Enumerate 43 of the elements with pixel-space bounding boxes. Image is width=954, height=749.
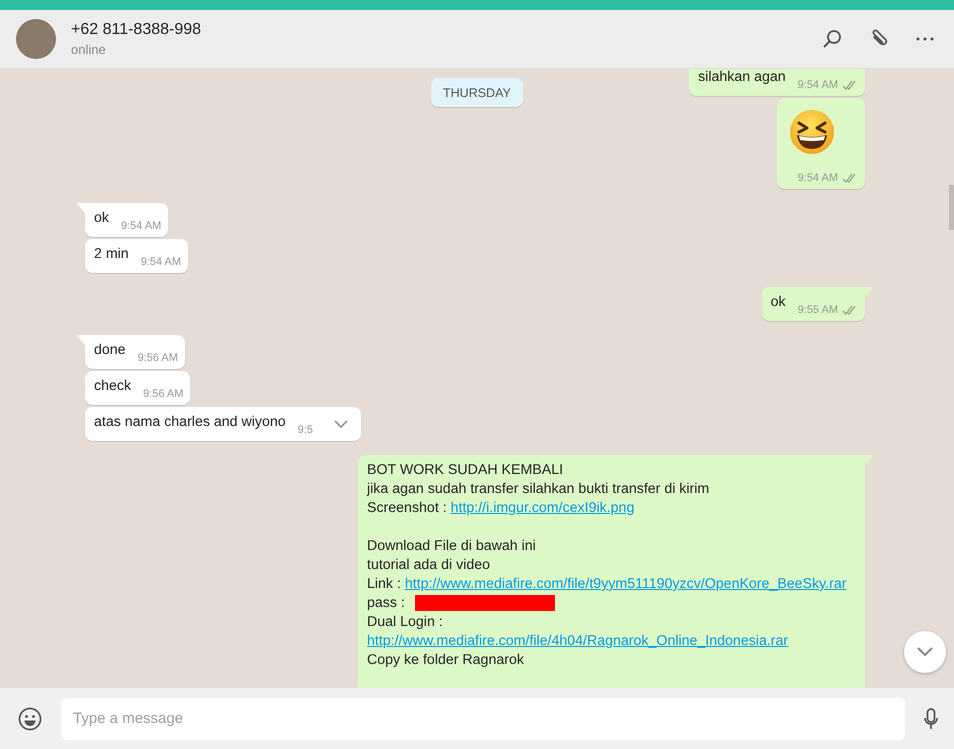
message-text: check	[94, 378, 132, 394]
message-input[interactable]: Type a message	[61, 698, 905, 740]
message-time: 9:54 AM	[798, 78, 838, 93]
message-text: 2 min	[94, 246, 129, 262]
message-link[interactable]: http://www.mediafire.com/file/4h04/Ragnarok_Online_Indonesia.rar	[367, 633, 788, 649]
message-time: 9:5	[298, 423, 313, 438]
message-time: 9:54 AM	[140, 255, 182, 270]
message-text: ok	[770, 294, 786, 310]
scrollbar-thumb[interactable]	[949, 185, 954, 230]
message-line: pass :	[367, 594, 858, 613]
message-link[interactable]: http://i.imgur.com/cexI9ik.png	[450, 500, 634, 516]
message-line: BOT WORK SUDAH KEMBALI	[367, 461, 564, 480]
microphone-icon[interactable]	[924, 708, 938, 730]
contact-name: +62 811-8388-998	[71, 21, 202, 39]
message-line: Download File di bawah ini	[367, 537, 537, 556]
message-text: silahkan agan	[698, 69, 786, 85]
double-tick-icon	[842, 305, 858, 316]
chevron-down-icon	[917, 647, 933, 657]
message-line: Copy ke folder Ragnarok	[367, 651, 525, 670]
message-time: 9:56 AM	[138, 351, 178, 366]
message-time: 9:54 AM	[798, 171, 838, 186]
message-time: 9:56 AM	[143, 387, 184, 402]
chevron-down-icon	[334, 420, 348, 428]
message-line: jika agan sudah transfer silahkan bukti transfer di kirim	[367, 480, 710, 499]
laughing-emoji-icon	[788, 109, 835, 155]
message-text: atas nama charles and wiyono	[94, 414, 286, 430]
message-line: tutorial ada di video	[367, 556, 492, 575]
message-link[interactable]: http://www.mediafire.com/file/t9yym511190yzcv/OpenKore_BeeSky.rar	[404, 576, 846, 592]
smiley-icon[interactable]	[18, 706, 42, 730]
contact-status: online	[71, 42, 107, 57]
message-text: ok	[94, 210, 109, 226]
contact-avatar[interactable]	[16, 19, 56, 59]
double-tick-icon	[842, 80, 858, 91]
message-text: done	[94, 342, 126, 358]
message-time: 9:55 AM	[798, 303, 838, 318]
menu-icon[interactable]	[916, 37, 934, 41]
double-tick-icon	[842, 173, 858, 184]
message-line: Link : http://www.mediafire.com/file/t9yym511190yzcv/OpenKore_BeeSky.rar	[367, 575, 848, 594]
message-line: Dual Login :	[367, 613, 444, 632]
search-icon[interactable]	[822, 29, 842, 49]
message-time: 9:54 AM	[120, 219, 162, 234]
date-label: THURSDAY	[431, 78, 523, 107]
message-line: Screenshot : http://i.imgur.com/cexI9ik.png	[367, 499, 636, 518]
